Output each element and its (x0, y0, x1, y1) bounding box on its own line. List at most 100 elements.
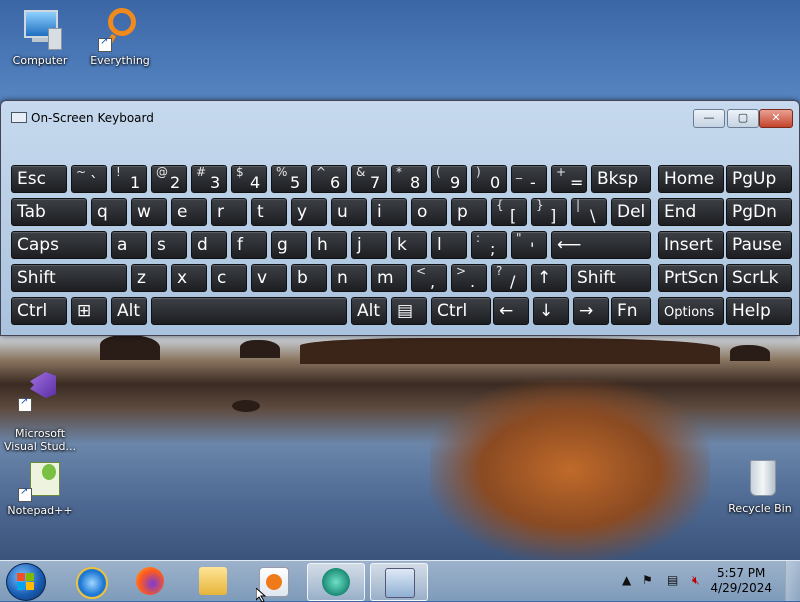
key-down-arrow[interactable]: ↓ (533, 297, 569, 325)
key-h[interactable]: h (311, 231, 347, 259)
desktop-icon-visual-studio[interactable]: Microsoft Visual Stud... (0, 355, 80, 466)
key-d[interactable]: d (191, 231, 227, 259)
taskbar-firefox[interactable] (122, 563, 178, 599)
taskbar-on-screen-keyboard[interactable] (370, 563, 428, 601)
key-pause[interactable]: Pause (726, 231, 792, 259)
key-n[interactable]: n (331, 264, 367, 292)
key-x[interactable]: x (171, 264, 207, 292)
key-alt-left[interactable]: Alt (111, 297, 147, 325)
key-m[interactable]: m (371, 264, 407, 292)
key-u[interactable]: u (331, 198, 367, 226)
key-i[interactable]: i (371, 198, 407, 226)
key-options[interactable]: Options (658, 297, 724, 325)
key-a[interactable]: a (111, 231, 147, 259)
key-g[interactable]: g (271, 231, 307, 259)
taskbar-internet-explorer[interactable] (62, 563, 118, 599)
key-p[interactable]: p (451, 198, 487, 226)
key-fn[interactable]: Fn (611, 297, 651, 325)
key-7[interactable]: & 7 (351, 165, 387, 193)
key-windows[interactable]: ⊞ (71, 297, 107, 325)
key-6[interactable]: ^ 6 (311, 165, 347, 193)
key-caps[interactable]: Caps (11, 231, 107, 259)
key-o[interactable]: o (411, 198, 447, 226)
key-space[interactable] (151, 297, 347, 325)
key-r[interactable]: r (211, 198, 247, 226)
on-screen-keyboard-window[interactable]: On-Screen Keyboard — ▢ ✕ Esc ~ `! 1 @2 #3 $4% 5… (0, 100, 800, 336)
key-t[interactable]: t (251, 198, 287, 226)
key-q[interactable]: q (91, 198, 127, 226)
key-bksp[interactable]: Bksp (591, 165, 651, 193)
minimize-button[interactable]: — (693, 109, 725, 128)
key-right-arrow[interactable]: → (573, 297, 609, 325)
show-desktop-button[interactable] (785, 561, 800, 601)
key-pgup[interactable]: PgUp (726, 165, 792, 193)
key-k[interactable]: k (391, 231, 427, 259)
clock[interactable]: 5:57 PM 4/29/2024 (710, 566, 772, 596)
close-button[interactable]: ✕ (759, 109, 793, 128)
key-help[interactable]: Help (726, 297, 792, 325)
key-1[interactable]: ! 1 (111, 165, 147, 193)
key-del[interactable]: Del (611, 198, 651, 226)
key-backslash[interactable]: | \ (571, 198, 607, 226)
key-minus[interactable]: _ - (511, 165, 547, 193)
desktop-icon-computer[interactable]: Computer (0, 8, 80, 67)
window-titlebar[interactable]: On-Screen Keyboard — ▢ ✕ (1, 101, 799, 131)
key-l[interactable]: l (431, 231, 467, 259)
key-esc[interactable]: Esc (11, 165, 67, 193)
key-left-arrow[interactable]: ← (493, 297, 529, 325)
key-enter[interactable]: ⟵ (551, 231, 651, 259)
key-w[interactable]: w (131, 198, 167, 226)
key-b[interactable]: b (291, 264, 327, 292)
key-home[interactable]: Home (658, 165, 724, 193)
taskbar-app-active[interactable] (307, 563, 365, 601)
key-v[interactable]: v (251, 264, 287, 292)
taskbar-media-player[interactable] (245, 563, 301, 599)
key-tab[interactable]: Tab (11, 198, 87, 226)
key-ctrl-right[interactable]: Ctrl (431, 297, 491, 325)
key-backtick[interactable]: ~ ` (71, 165, 107, 193)
key-pgdn[interactable]: PgDn (726, 198, 792, 226)
key-alt-right[interactable]: Alt (351, 297, 387, 325)
key-quote[interactable]: " ' (511, 231, 547, 259)
key-comma[interactable]: <, (411, 264, 447, 292)
key-8[interactable]: * 8 (391, 165, 427, 193)
volume-muted-icon[interactable]: 🔇︎ (692, 573, 700, 588)
key-f[interactable]: f (231, 231, 267, 259)
key-s[interactable]: s (151, 231, 187, 259)
key-2[interactable]: @2 (151, 165, 187, 193)
key-equals[interactable]: + = (551, 165, 587, 193)
start-button[interactable] (6, 563, 46, 601)
desktop-icon-everything[interactable]: Everything (80, 8, 160, 67)
key-j[interactable]: j (351, 231, 387, 259)
action-center-flag-icon[interactable]: ⚑ (642, 573, 653, 587)
key-up-arrow[interactable]: ↑ (531, 264, 567, 292)
key-period[interactable]: >. (451, 264, 487, 292)
key-semicolon[interactable]: :; (471, 231, 507, 259)
key-e[interactable]: e (171, 198, 207, 226)
key-prtscn[interactable]: PrtScn (658, 264, 724, 292)
key-scrlk[interactable]: ScrLk (726, 264, 792, 292)
taskbar-file-explorer[interactable] (185, 563, 241, 599)
tray-expand-icon[interactable]: ▲ (622, 573, 631, 587)
key-0[interactable]: ) 0 (471, 165, 507, 193)
key-end[interactable]: End (658, 198, 724, 226)
desktop-icon-recycle-bin[interactable]: Recycle Bin (720, 456, 800, 515)
key-4[interactable]: $4 (231, 165, 267, 193)
maximize-button[interactable]: ▢ (727, 109, 759, 128)
key-menu[interactable]: ▤ (391, 297, 427, 325)
key-shift-left[interactable]: Shift (11, 264, 127, 292)
key-5[interactable]: % 5 (271, 165, 307, 193)
key-insert[interactable]: Insert (658, 231, 724, 259)
key-3[interactable]: #3 (191, 165, 227, 193)
key-y[interactable]: y (291, 198, 327, 226)
key-close-bracket[interactable]: }] (531, 198, 567, 226)
key-c[interactable]: c (211, 264, 247, 292)
key-ctrl-left[interactable]: Ctrl (11, 297, 67, 325)
key-9[interactable]: (9 (431, 165, 467, 193)
key-shift-right[interactable]: Shift (571, 264, 651, 292)
key-z[interactable]: z (131, 264, 167, 292)
key-slash[interactable]: ? / (491, 264, 527, 292)
key-open-bracket[interactable]: {[ (491, 198, 527, 226)
network-icon[interactable]: ▤ (667, 573, 678, 587)
desktop-icon-notepad-plus-plus[interactable]: Notepad++ (0, 458, 80, 517)
